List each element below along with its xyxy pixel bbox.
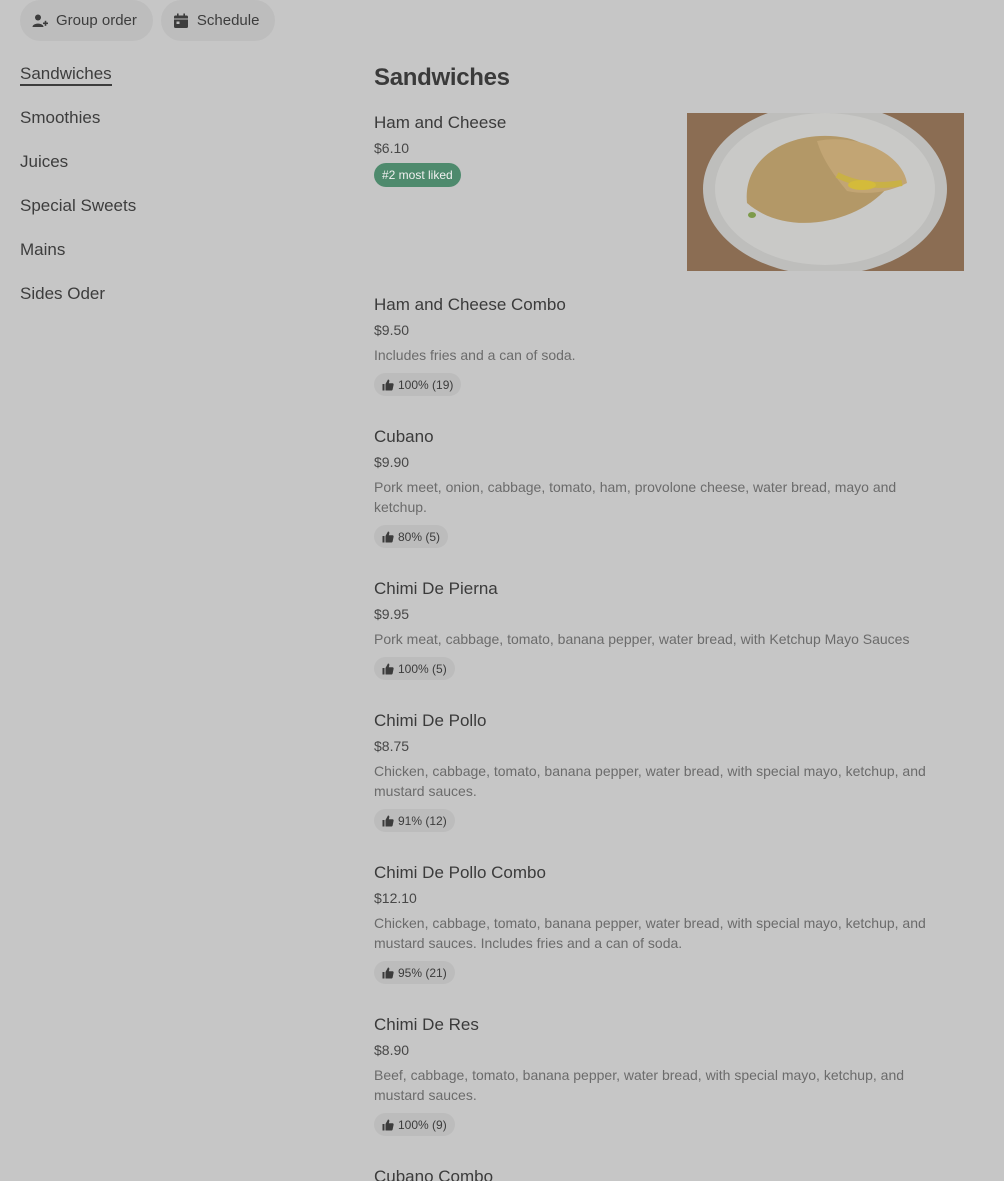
- category-sidebar: Sandwiches Smoothies Juices Special Swee…: [20, 62, 320, 326]
- item-description: Pork meet, onion, cabbage, tomato, ham, …: [374, 479, 897, 515]
- rating-badge: 91% (12): [374, 809, 455, 832]
- sidebar-item-smoothies[interactable]: Smoothies: [20, 106, 320, 150]
- thumbs-up-icon: [382, 531, 394, 542]
- rating-text: 100% (5): [398, 661, 447, 676]
- rating-badge: 100% (19): [374, 373, 462, 396]
- thumbs-up-icon: [382, 815, 394, 826]
- top-toolbar: Group order Schedule: [20, 0, 276, 41]
- sidebar-item-label: Mains: [20, 240, 66, 259]
- item-name: Cubano: [374, 427, 434, 446]
- menu-item-chimi-de-pollo[interactable]: Chimi De Pollo $8.75 Chicken, cabbage, t…: [374, 711, 964, 863]
- group-order-button[interactable]: Group order: [20, 0, 153, 41]
- rating-badge: 80% (5): [374, 525, 449, 548]
- item-description: Beef, cabbage, tomato, banana pepper, wa…: [374, 1067, 905, 1103]
- item-image: [687, 113, 964, 271]
- item-description: Includes fries and a can of soda.: [374, 347, 576, 363]
- menu-item-ham-and-cheese[interactable]: Ham and Cheese $6.10 #2 most liked: [374, 113, 964, 295]
- menu-item-cubano[interactable]: Cubano $9.90 Pork meet, onion, cabbage, …: [374, 427, 964, 579]
- item-price: $9.90: [374, 454, 410, 470]
- rating-text: 91% (12): [398, 813, 447, 828]
- item-description: Pork meat, cabbage, tomato, banana peppe…: [374, 631, 910, 647]
- menu-item-chimi-de-res[interactable]: Chimi De Res $8.90 Beef, cabbage, tomato…: [374, 1015, 964, 1167]
- item-name: Chimi De Pierna: [374, 579, 498, 598]
- item-name: Chimi De Res: [374, 1015, 479, 1034]
- thumbs-up-icon: [382, 967, 394, 978]
- thumbs-up-icon: [382, 663, 394, 674]
- rating-text: 80% (5): [398, 529, 441, 544]
- item-name: Chimi De Pollo: [374, 711, 487, 730]
- menu-item-ham-and-cheese-combo[interactable]: Ham and Cheese Combo $9.50 Includes frie…: [374, 295, 964, 427]
- sidebar-item-sides-oder[interactable]: Sides Oder: [20, 282, 320, 326]
- thumbs-up-icon: [382, 379, 394, 390]
- schedule-button[interactable]: Schedule: [160, 0, 276, 41]
- sidebar-item-label: Juices: [20, 152, 69, 171]
- item-description: Chicken, cabbage, tomato, banana pepper,…: [374, 763, 926, 799]
- sidebar-item-mains[interactable]: Mains: [20, 238, 320, 282]
- sidebar-item-label: Special Sweets: [20, 196, 137, 215]
- menu-item-chimi-de-pierna[interactable]: Chimi De Pierna $9.95 Pork meat, cabbage…: [374, 579, 964, 711]
- menu-section: Sandwiches Ham and Cheese $6.10 #2 most …: [374, 64, 964, 1181]
- item-name: Ham and Cheese Combo: [374, 295, 566, 314]
- rating-badge: 95% (21): [374, 961, 455, 984]
- rating-text: 100% (19): [398, 377, 454, 392]
- sidebar-item-label: Smoothies: [20, 108, 101, 127]
- calendar-icon: [173, 13, 189, 29]
- item-price: $12.10: [374, 890, 417, 906]
- menu-item-cubano-combo[interactable]: Cubano Combo: [374, 1167, 964, 1181]
- most-liked-badge: #2 most liked: [374, 163, 461, 187]
- sidebar-item-label: Sandwiches: [20, 64, 112, 86]
- item-price: $9.50: [374, 322, 410, 338]
- item-description: Chicken, cabbage, tomato, banana pepper,…: [374, 915, 926, 951]
- menu-item-chimi-de-pollo-combo[interactable]: Chimi De Pollo Combo $12.10 Chicken, cab…: [374, 863, 964, 1015]
- rating-badge: 100% (5): [374, 657, 455, 680]
- rating-text: 100% (9): [398, 1117, 447, 1132]
- item-price: $8.75: [374, 738, 410, 754]
- section-title: Sandwiches: [374, 64, 510, 91]
- rating-badge: 100% (9): [374, 1113, 455, 1136]
- sidebar-item-juices[interactable]: Juices: [20, 150, 320, 194]
- group-order-label: Group order: [56, 12, 137, 29]
- sidebar-item-special-sweets[interactable]: Special Sweets: [20, 194, 320, 238]
- item-price: $9.95: [374, 606, 410, 622]
- item-name: Chimi De Pollo Combo: [374, 863, 546, 882]
- schedule-label: Schedule: [196, 12, 260, 29]
- item-name: Cubano Combo: [374, 1167, 494, 1181]
- sidebar-item-sandwiches[interactable]: Sandwiches: [20, 62, 320, 106]
- thumbs-up-icon: [382, 1119, 394, 1130]
- item-price: $8.90: [374, 1042, 410, 1058]
- rating-text: 95% (21): [398, 965, 447, 980]
- person-add-icon: [32, 13, 48, 29]
- sidebar-item-label: Sides Oder: [20, 284, 106, 303]
